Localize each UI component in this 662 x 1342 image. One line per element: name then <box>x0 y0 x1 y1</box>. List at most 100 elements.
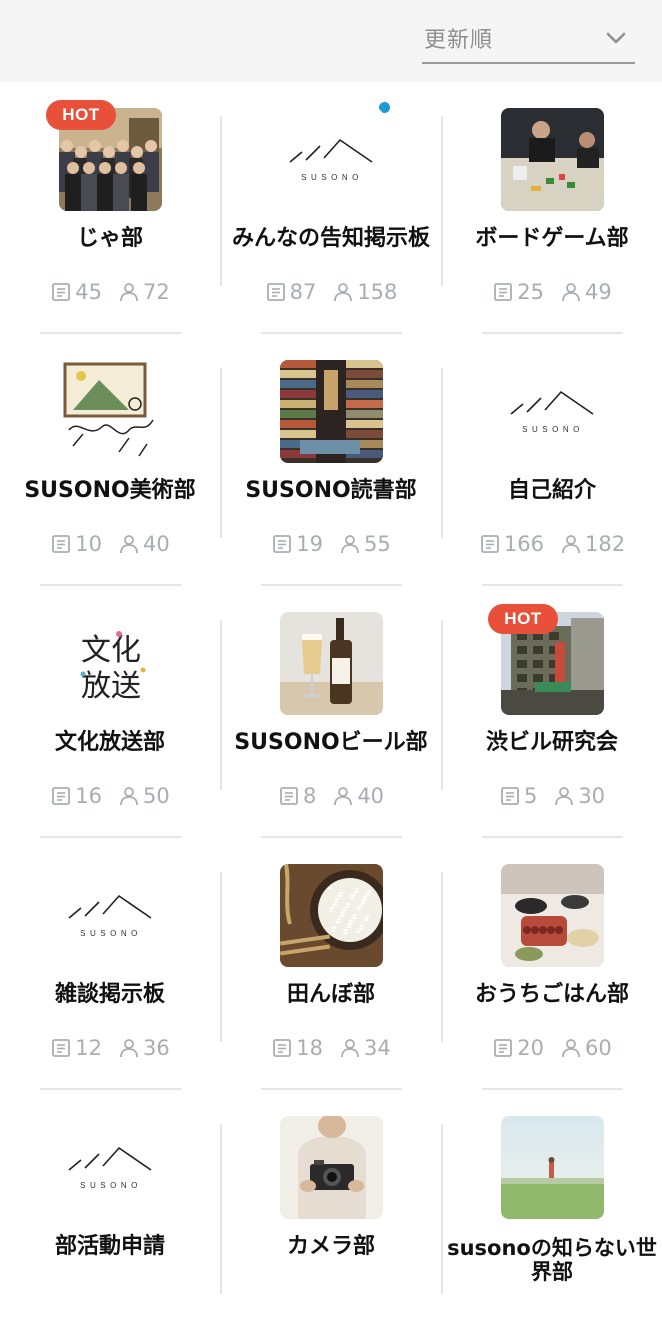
post-count: 18 <box>296 1036 323 1060</box>
post-count-icon <box>501 787 519 805</box>
post-count-icon <box>273 1039 292 1057</box>
post-count-icon <box>273 535 292 553</box>
post-count: 10 <box>75 532 102 556</box>
group-stats: 18 34 <box>221 1036 441 1060</box>
group-card[interactable]: SUSONO美術部 10 40 <box>0 334 220 586</box>
group-card[interactable]: SUSONO みんなの告知掲示板 87 158 <box>221 82 441 334</box>
post-count: 20 <box>517 1036 544 1060</box>
member-count-icon <box>562 535 580 554</box>
post-count: 16 <box>75 784 102 808</box>
member-count: 72 <box>143 280 170 304</box>
group-thumbnail: 文化 放送 <box>59 612 162 715</box>
sort-select-value: 更新順 <box>424 28 494 53</box>
member-count: 50 <box>143 784 170 808</box>
group-title: 渋ビル研究会 <box>485 730 618 755</box>
member-count-icon <box>555 787 574 806</box>
member-count: 55 <box>364 532 391 556</box>
post-count: 87 <box>289 280 317 304</box>
hot-badge: HOT <box>488 604 558 634</box>
group-card[interactable]: SUSONO 部活動申請 <box>0 1090 220 1342</box>
bunka-line1: 文化 <box>81 633 141 668</box>
group-stats: 16 50 <box>0 784 220 808</box>
group-thumbnail <box>280 360 383 463</box>
post-count-icon <box>266 283 285 301</box>
group-card[interactable]: HOT じゃ部 45 72 <box>0 82 220 334</box>
group-stats: 8 40 <box>221 784 441 808</box>
group-thumbnail <box>501 108 604 211</box>
group-title: SUSONO美術部 <box>24 478 196 503</box>
group-title: susonoの知らない世界部 <box>447 1236 657 1284</box>
group-title: 文化放送部 <box>54 730 165 755</box>
susono-wordmark: SUSONO <box>80 1181 142 1190</box>
member-count-icon <box>341 535 359 554</box>
group-card[interactable]: HOT 渋ビル研究会 5 30 <box>442 586 662 838</box>
group-card[interactable]: ボードゲーム部 25 49 <box>442 82 662 334</box>
post-count-icon <box>481 535 499 553</box>
post-count: 25 <box>517 280 544 304</box>
group-title: おうちごはん部 <box>474 982 629 1007</box>
member-count-icon <box>120 283 138 302</box>
group-stats: 10 40 <box>0 532 220 556</box>
post-count-icon <box>280 787 298 805</box>
group-title: 田んぼ部 <box>286 982 375 1007</box>
susono-wordmark: SUSONO <box>301 173 363 182</box>
bunka-line2: 放送 <box>81 669 141 704</box>
member-count-icon <box>120 535 138 554</box>
group-thumbnail <box>280 1116 383 1219</box>
post-count-icon <box>52 283 71 301</box>
post-count: 166 <box>503 532 544 556</box>
post-count: 12 <box>75 1036 102 1060</box>
group-stats: 45 72 <box>0 280 220 304</box>
group-card[interactable]: SUSONOビール部 8 40 <box>221 586 441 838</box>
post-count-icon <box>52 787 71 805</box>
member-count: 49 <box>585 280 612 304</box>
group-card[interactable]: おうちごはん部 20 60 <box>442 838 662 1090</box>
member-count-icon <box>120 787 138 806</box>
group-thumbnail <box>501 864 604 967</box>
group-card[interactable]: SUSONO読書部 19 55 <box>221 334 441 586</box>
group-title: ボードゲーム部 <box>475 226 629 251</box>
group-card[interactable]: 文化 放送 文化放送部 16 50 <box>0 586 220 838</box>
post-count: 8 <box>302 784 317 808</box>
member-count: 158 <box>357 280 398 304</box>
group-stats: 166 182 <box>442 532 662 556</box>
group-title: みんなの告知掲示板 <box>231 226 430 251</box>
member-count: 40 <box>143 532 170 556</box>
group-card[interactable]: 田んぼ部 18 34 <box>221 838 441 1090</box>
group-thumbnail: SUSONO <box>59 864 162 967</box>
susono-wordmark: SUSONO <box>80 929 142 938</box>
group-stats: 87 158 <box>221 280 441 304</box>
member-count: 34 <box>364 1036 391 1060</box>
member-count: 36 <box>143 1036 170 1060</box>
group-title: SUSONO読書部 <box>245 478 417 503</box>
post-count: 19 <box>296 532 323 556</box>
hot-badge: HOT <box>46 100 116 130</box>
group-thumbnail: SUSONO <box>280 108 383 211</box>
group-card[interactable]: SUSONO 自己紹介 166 182 <box>442 334 662 586</box>
group-thumbnail <box>280 864 383 967</box>
member-count-icon <box>562 1039 580 1058</box>
group-card[interactable]: カメラ部 <box>221 1090 441 1342</box>
group-stats: 5 30 <box>442 784 662 808</box>
group-stats: 20 60 <box>442 1036 662 1060</box>
post-count-icon <box>494 283 513 301</box>
group-title: じゃ部 <box>76 226 143 251</box>
sort-select[interactable]: 更新順 <box>422 14 635 64</box>
group-card[interactable]: susonoの知らない世界部 <box>442 1090 662 1342</box>
top-bar: 更新順 <box>0 0 662 82</box>
member-count-icon <box>334 787 353 806</box>
group-title: カメラ部 <box>286 1234 375 1259</box>
group-thumbnail: SUSONO <box>501 360 604 463</box>
member-count: 60 <box>585 1036 612 1060</box>
post-count: 5 <box>523 784 538 808</box>
group-card[interactable]: SUSONO 雑談掲示板 12 36 <box>0 838 220 1090</box>
group-title: 雑談掲示板 <box>54 982 165 1007</box>
post-count-icon <box>52 1039 71 1057</box>
member-count: 40 <box>357 784 385 808</box>
group-thumbnail <box>501 1116 604 1219</box>
group-title: 自己紹介 <box>507 478 596 503</box>
chevron-down-icon <box>606 32 626 44</box>
group-thumbnail <box>59 360 162 463</box>
member-count-icon <box>334 283 353 302</box>
group-stats: 19 55 <box>221 532 441 556</box>
